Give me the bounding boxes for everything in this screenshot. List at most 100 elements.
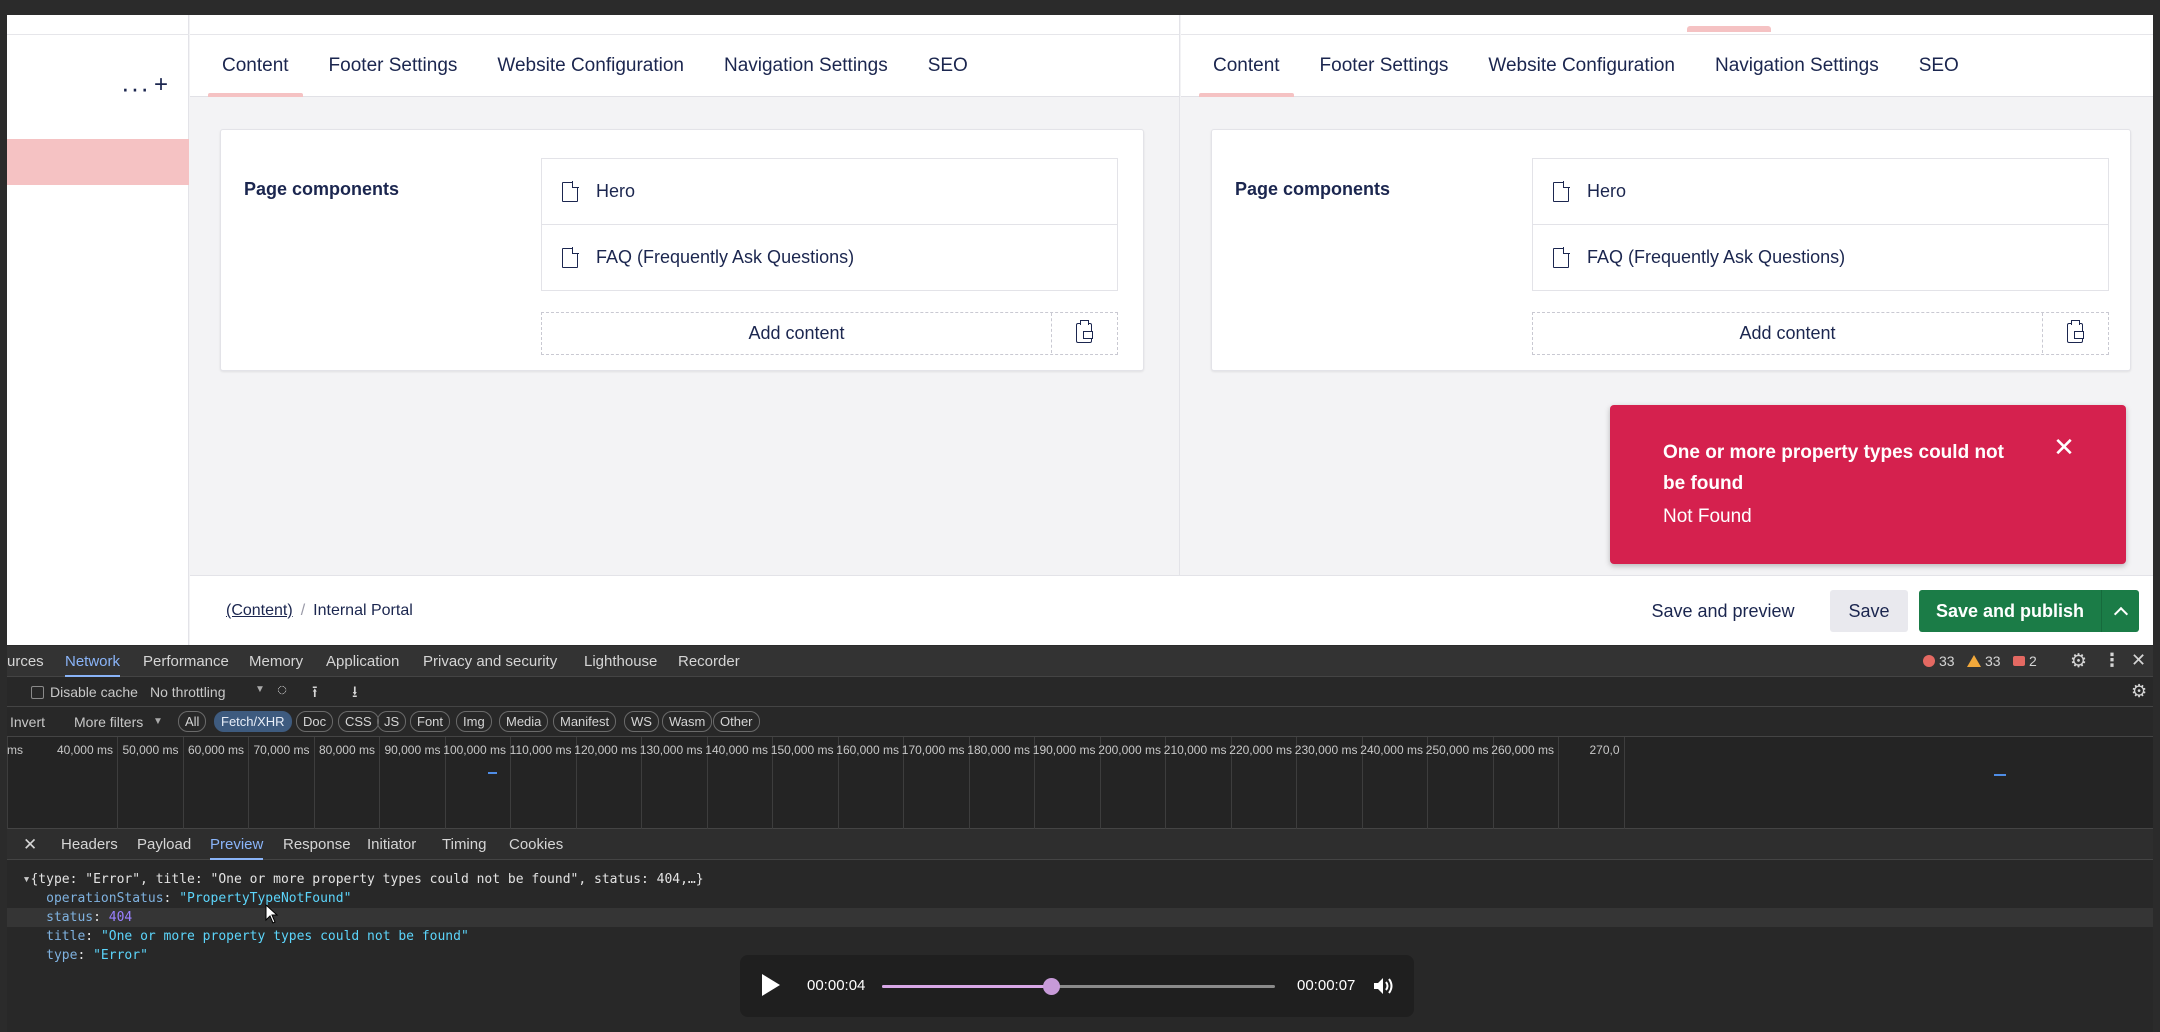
timeline-tick-label: 260,000 ms xyxy=(1491,743,1554,757)
network-settings-icon[interactable]: ⚙ xyxy=(2131,681,2147,702)
import-har-icon[interactable]: ⭱ xyxy=(312,681,318,708)
play-icon[interactable] xyxy=(762,974,780,996)
tab-seo[interactable]: SEO xyxy=(908,35,988,97)
invert-label[interactable]: Invert xyxy=(10,714,45,730)
detail-tab-timing[interactable]: Timing xyxy=(442,829,486,860)
error-count-value: 33 xyxy=(1939,653,1955,669)
close-devtools-icon[interactable]: ✕ xyxy=(2131,650,2146,671)
settings-gear-icon[interactable]: ⚙ xyxy=(2070,650,2087,673)
disable-cache-checkbox[interactable] xyxy=(31,686,44,699)
component-item[interactable]: FAQ (Frequently Ask Questions) xyxy=(1532,224,2109,291)
devtools-tab-network[interactable]: Network xyxy=(65,646,121,677)
filter-all[interactable]: All xyxy=(178,711,207,732)
request-bar[interactable] xyxy=(1994,774,2006,776)
filter-media[interactable]: Media xyxy=(499,711,549,732)
kebab-menu-icon[interactable]: ⋮ xyxy=(2103,650,2121,671)
filter-js[interactable]: JS xyxy=(377,711,407,732)
editor-pane-left: Content Footer Settings Website Configur… xyxy=(190,15,1180,575)
filter-other[interactable]: Other xyxy=(713,711,760,732)
detail-tab-response[interactable]: Response xyxy=(283,829,351,860)
devtools-tab-bar: urces Network Performance Memory Applica… xyxy=(7,646,2153,677)
component-item[interactable]: Hero xyxy=(1532,158,2109,225)
timeline-tick-label: 220,000 ms xyxy=(1229,743,1292,757)
more-filters-button[interactable]: More filters xyxy=(74,714,143,730)
save-and-preview-button[interactable]: Save and preview xyxy=(1630,590,1816,632)
tab-navigation-settings[interactable]: Navigation Settings xyxy=(1695,35,1899,97)
filter-manifest[interactable]: Manifest xyxy=(553,711,617,732)
timeline-gridline xyxy=(379,737,380,829)
devtools-tab-memory[interactable]: Memory xyxy=(249,646,303,677)
plus-icon[interactable]: + xyxy=(154,73,168,97)
network-conditions-icon[interactable]: ◌ xyxy=(277,680,287,700)
tab-navigation-settings[interactable]: Navigation Settings xyxy=(704,35,908,97)
filter-doc[interactable]: Doc xyxy=(296,711,334,732)
json-key: operationStatus xyxy=(46,891,164,906)
timeline-tick-label: 70,000 ms xyxy=(253,743,310,757)
json-root-row[interactable]: ▾{type: "Error", title: "One or more pro… xyxy=(7,870,2153,889)
filter-img[interactable]: Img xyxy=(456,711,492,732)
tab-footer-settings[interactable]: Footer Settings xyxy=(1300,35,1469,97)
warning-count[interactable]: 33 xyxy=(1967,653,2001,669)
volume-icon[interactable] xyxy=(1372,975,1396,997)
network-timeline[interactable]: ms 40,000 ms 50,000 ms 60,000 ms 70,000 ms 80… xyxy=(7,737,2153,829)
issues-count[interactable]: 2 xyxy=(2013,653,2037,669)
pane-top-strip xyxy=(1181,15,2153,35)
throttling-select[interactable]: No throttling xyxy=(150,684,225,700)
tab-seo[interactable]: SEO xyxy=(1899,35,1979,97)
json-property-row[interactable]: status: 404 xyxy=(7,908,2153,927)
page-components-label: Page components xyxy=(244,179,400,199)
add-content-button[interactable]: Add content xyxy=(542,313,1051,353)
detail-tab-headers[interactable]: Headers xyxy=(61,829,118,860)
error-count[interactable]: 33 xyxy=(1923,653,1955,669)
devtools-tab-privacy[interactable]: Privacy and security xyxy=(423,646,557,677)
detail-tab-initiator[interactable]: Initiator xyxy=(367,829,416,860)
close-detail-icon[interactable]: ✕ xyxy=(23,829,37,860)
tab-content[interactable]: Content xyxy=(202,35,309,97)
document-icon xyxy=(562,180,579,202)
timeline-tick-label: 230,000 ms xyxy=(1294,743,1358,757)
tab-footer-settings[interactable]: Footer Settings xyxy=(309,35,478,97)
component-item[interactable]: FAQ (Frequently Ask Questions) xyxy=(541,224,1118,291)
filter-font[interactable]: Font xyxy=(410,711,451,732)
tab-website-configuration[interactable]: Website Configuration xyxy=(1468,35,1695,97)
publish-options-button[interactable] xyxy=(2101,590,2139,632)
save-button[interactable]: Save xyxy=(1830,590,1908,632)
devtools-tab-lighthouse[interactable]: Lighthouse xyxy=(584,646,657,677)
chevron-down-icon: ▼ xyxy=(255,684,265,695)
save-and-publish-button[interactable]: Save and publish xyxy=(1919,590,2101,632)
tab-website-configuration[interactable]: Website Configuration xyxy=(477,35,704,97)
page-components-card: Page components Hero FAQ (Frequently Ask… xyxy=(1211,129,2131,371)
add-content-button[interactable]: Add content xyxy=(1533,313,2042,353)
sidebar-active-item[interactable] xyxy=(7,139,189,185)
timeline-tick-label: 210,000 ms xyxy=(1163,743,1227,757)
devtools-tab-performance[interactable]: Performance xyxy=(143,646,229,677)
devtools-tab-application[interactable]: Application xyxy=(326,646,399,677)
devtools-tab-sources[interactable]: urces xyxy=(7,646,44,677)
timeline-gridline xyxy=(313,737,315,829)
paste-button[interactable] xyxy=(1051,313,1117,353)
more-dots-icon[interactable]: ··· xyxy=(121,75,150,101)
export-har-icon[interactable]: ⭳ xyxy=(352,681,358,708)
devtools-tab-recorder[interactable]: Recorder xyxy=(678,646,740,677)
detail-tab-preview[interactable]: Preview xyxy=(210,829,264,860)
detail-tab-payload[interactable]: Payload xyxy=(137,829,191,860)
component-item[interactable]: Hero xyxy=(541,158,1118,225)
error-icon xyxy=(1923,655,1935,667)
timeline-gridline xyxy=(182,737,184,829)
close-icon[interactable]: ✕ xyxy=(2050,433,2078,461)
issues-icon xyxy=(2013,656,2025,666)
paste-button[interactable] xyxy=(2042,313,2108,353)
tab-content[interactable]: Content xyxy=(1193,35,1300,97)
filter-css[interactable]: CSS xyxy=(338,711,379,732)
filter-fetch-xhr[interactable]: Fetch/XHR xyxy=(214,711,292,732)
breadcrumb-link[interactable]: (Content) xyxy=(226,602,293,620)
request-bar[interactable] xyxy=(488,772,497,774)
filter-ws[interactable]: WS xyxy=(624,711,659,732)
json-property-row[interactable]: title: "One or more property types could… xyxy=(7,927,2153,946)
json-property-row[interactable]: operationStatus: "PropertyTypeNotFound" xyxy=(7,889,2153,908)
detail-tab-cookies[interactable]: Cookies xyxy=(509,829,563,860)
seek-handle[interactable] xyxy=(1042,978,1060,995)
json-value: 404 xyxy=(108,910,133,925)
filter-wasm[interactable]: Wasm xyxy=(662,711,713,732)
seek-bar[interactable] xyxy=(882,978,1275,995)
